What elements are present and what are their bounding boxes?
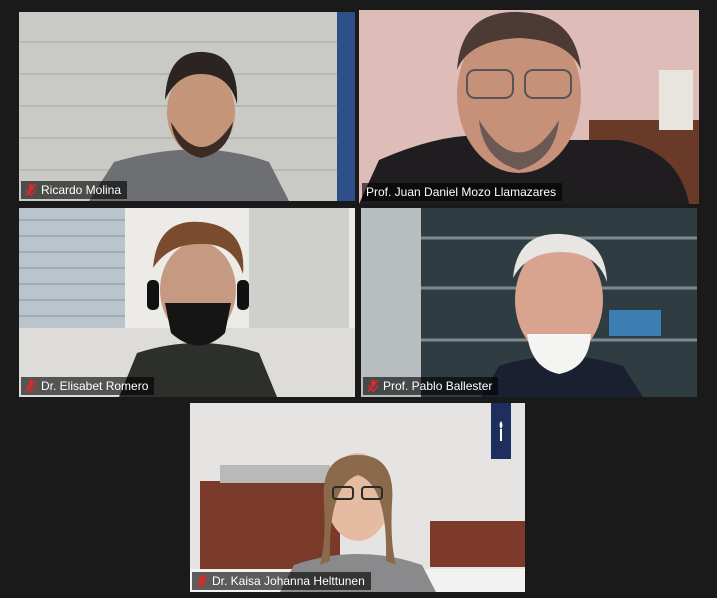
mic-muted-icon (25, 379, 37, 393)
participant-nameplate: Dr. Elisabet Romero (21, 377, 155, 395)
participant-video (361, 208, 697, 397)
video-tile-kaisa-johanna-helttunen[interactable]: Dr. Kaisa Johanna Helttunen (190, 403, 525, 592)
university-logo (491, 403, 511, 459)
participant-name: Prof. Pablo Ballester (383, 379, 493, 393)
video-tile-ricardo-molina[interactable]: Ricardo Molina (19, 12, 355, 201)
participant-name: Ricardo Molina (41, 183, 122, 197)
participant-video (190, 403, 525, 592)
participant-nameplate: Ricardo Molina (21, 181, 128, 199)
participant-name: Dr. Elisabet Romero (41, 379, 149, 393)
participant-nameplate: Prof. Pablo Ballester (363, 377, 499, 395)
video-tile-pablo-ballester[interactable]: Prof. Pablo Ballester (361, 208, 697, 397)
mic-muted-icon (367, 379, 379, 393)
video-tile-juan-daniel-mozo-llamazares[interactable]: Prof. Juan Daniel Mozo Llamazares (359, 10, 699, 204)
participant-nameplate: Dr. Kaisa Johanna Helttunen (192, 572, 371, 590)
participant-name: Prof. Juan Daniel Mozo Llamazares (366, 185, 557, 199)
participant-video (19, 208, 355, 397)
participant-video (19, 12, 355, 201)
participant-name: Dr. Kaisa Johanna Helttunen (212, 574, 365, 588)
mic-muted-icon (196, 574, 208, 588)
mic-muted-icon (25, 183, 37, 197)
participant-nameplate: Prof. Juan Daniel Mozo Llamazares (362, 183, 563, 201)
video-tile-elisabet-romero[interactable]: Dr. Elisabet Romero (19, 208, 355, 397)
participant-video (359, 10, 699, 204)
